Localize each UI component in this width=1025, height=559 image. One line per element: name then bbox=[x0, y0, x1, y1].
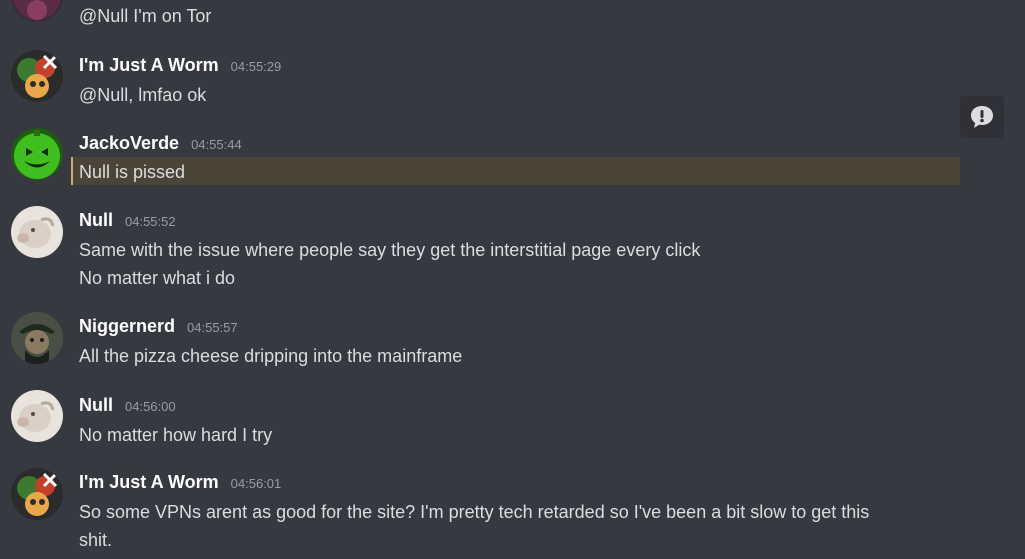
message-header: Niggernerd 04:55:57 bbox=[79, 316, 238, 340]
exclamation-speech-bubble-icon bbox=[971, 106, 993, 128]
message-highlight bbox=[71, 157, 960, 185]
message-timestamp[interactable]: 04:55:44 bbox=[191, 137, 242, 152]
message-timestamp[interactable]: 04:55:29 bbox=[231, 59, 282, 74]
author-name[interactable]: JackoVerde bbox=[79, 133, 179, 153]
author-name[interactable]: I'm Just A Worm bbox=[79, 472, 219, 492]
user-avatar[interactable] bbox=[11, 390, 63, 442]
message-text: No matter how hard I try bbox=[79, 425, 273, 445]
user-avatar[interactable] bbox=[11, 0, 63, 22]
user-avatar[interactable] bbox=[11, 312, 63, 364]
message-header: Null 04:56:00 bbox=[79, 395, 176, 419]
chat-message-list: @Null I'm on Tor I'm Just A Worm 04:55:29… bbox=[0, 0, 1025, 559]
message-timestamp[interactable]: 04:55:52 bbox=[125, 214, 176, 229]
author-name[interactable]: I'm Just A Worm bbox=[79, 55, 219, 75]
user-avatar[interactable] bbox=[11, 468, 63, 520]
avatar-image-icon bbox=[11, 128, 63, 180]
author-name[interactable]: Null bbox=[79, 210, 113, 230]
avatar-image-icon bbox=[11, 50, 63, 102]
avatar-image-icon bbox=[11, 312, 63, 364]
message-header: Null 04:55:52 bbox=[79, 210, 176, 234]
message-text: All the pizza cheese dripping into the m… bbox=[79, 346, 463, 366]
message-text: shit. bbox=[79, 530, 113, 550]
message-text: No matter what i do bbox=[79, 268, 236, 288]
message-timestamp[interactable]: 04:56:01 bbox=[231, 476, 282, 491]
avatar-image-icon bbox=[11, 468, 63, 520]
message-text: So some VPNs arent as good for the site?… bbox=[79, 502, 870, 522]
avatar-image-icon bbox=[11, 390, 63, 442]
user-avatar[interactable] bbox=[11, 50, 63, 102]
user-avatar[interactable] bbox=[11, 128, 63, 180]
message-text: @Null I'm on Tor bbox=[79, 6, 212, 26]
message-text: Same with the issue where people say the… bbox=[79, 240, 701, 260]
message-timestamp[interactable]: 04:55:57 bbox=[187, 320, 238, 335]
author-name[interactable]: Niggernerd bbox=[79, 316, 175, 336]
author-name[interactable]: Null bbox=[79, 395, 113, 415]
message-text: Null is pissed bbox=[79, 162, 186, 182]
message-header: I'm Just A Worm 04:56:01 bbox=[79, 472, 281, 496]
message-header: I'm Just A Worm 04:55:29 bbox=[79, 55, 281, 79]
message-text: @Null, lmfao ok bbox=[79, 85, 207, 105]
message-timestamp[interactable]: 04:56:00 bbox=[125, 399, 176, 414]
user-avatar[interactable] bbox=[11, 206, 63, 258]
avatar-image-icon bbox=[11, 0, 63, 22]
side-action-button[interactable] bbox=[960, 96, 1004, 138]
message-header: JackoVerde 04:55:44 bbox=[79, 133, 242, 157]
avatar-image-icon bbox=[11, 206, 63, 258]
